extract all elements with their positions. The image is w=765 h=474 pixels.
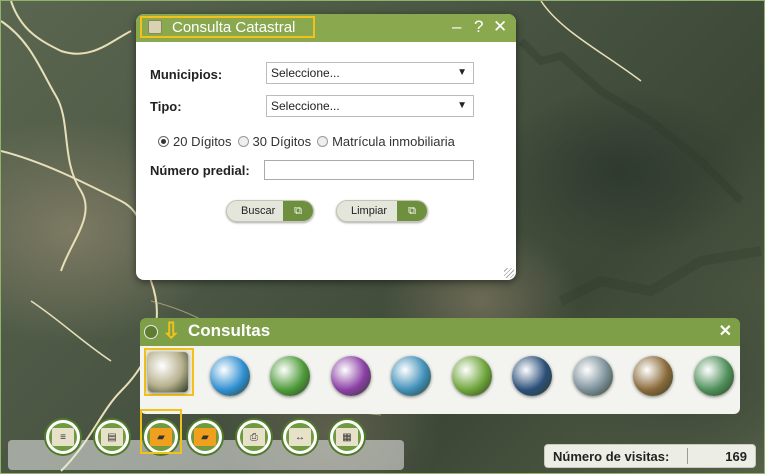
radio-matricula[interactable] — [317, 136, 329, 147]
layers-icon-glyph: ▤ — [101, 428, 123, 446]
consulta-catastral-tool-icon[interactable] — [148, 352, 188, 392]
municipios-select[interactable]: Seleccione... ▼ — [266, 62, 474, 84]
arrow-down-icon: ⇩ — [162, 318, 181, 343]
consultas-title: Consultas — [188, 321, 271, 340]
radio-30-digitos[interactable] — [237, 136, 249, 147]
buscar-icon: ⧉ — [283, 201, 313, 221]
panel-toggle-icon[interactable] — [144, 325, 158, 339]
layers-icon[interactable]: ▤ — [95, 420, 129, 454]
help-button[interactable]: ? — [474, 15, 483, 39]
radio-20-digitos-label: 20 Dígitos — [173, 134, 232, 149]
tipo-select-value: Seleccione... — [271, 99, 340, 113]
dialog-title-highlight: Consulta Catastral — [140, 16, 315, 38]
resize-handle[interactable] — [504, 268, 514, 278]
people-chart-tool-icon[interactable] — [693, 356, 734, 396]
print-icon-glyph: ⎙ — [243, 428, 265, 446]
open-folder-icon-glyph: ▰ — [194, 428, 216, 446]
municipios-label: Municipios: — [150, 67, 223, 82]
visit-counter-label: Número de visitas: — [553, 449, 670, 464]
dock-selected-highlight — [140, 409, 182, 454]
radio-matricula-label: Matrícula inmobiliaria — [332, 134, 455, 149]
map-icon[interactable]: ▦ — [330, 420, 364, 454]
minimize-button[interactable]: – — [452, 15, 461, 39]
numero-predial-input[interactable] — [264, 160, 474, 180]
theater-masks-tool-icon[interactable] — [330, 356, 371, 396]
visit-counter-value: 169 — [725, 449, 747, 464]
map-icon-glyph: ▦ — [336, 428, 358, 446]
dialog-header[interactable]: Consulta Catastral – ? ✕ — [136, 14, 516, 42]
doctor-tool-icon[interactable] — [391, 356, 431, 396]
catastral-map-icon — [148, 20, 162, 34]
tipo-label: Tipo: — [150, 99, 182, 114]
legend-icon-glyph: ≡ — [52, 428, 74, 446]
visit-counter-divider — [687, 448, 688, 464]
network-tool-icon[interactable] — [512, 356, 552, 396]
radio-20-digitos[interactable] — [158, 136, 169, 147]
limpiar-icon: ⧉ — [397, 201, 427, 221]
factory-tool-icon[interactable] — [572, 356, 613, 396]
buscar-label: Buscar — [241, 205, 276, 217]
tipo-select[interactable]: Seleccione... ▼ — [266, 95, 474, 117]
tipo-digitos-radio-group: 20 Dígitos 30 Dígitos Matrícula inmobili… — [158, 134, 461, 149]
legend-icon[interactable]: ≡ — [46, 420, 80, 454]
close-icon[interactable]: ✕ — [719, 321, 732, 341]
limpiar-label: Limpiar — [351, 205, 388, 217]
bird-tool-icon[interactable] — [270, 356, 310, 396]
limpiar-button[interactable]: Limpiar ⧉ — [336, 200, 428, 222]
chevron-down-icon: ▼ — [457, 100, 467, 111]
consultas-header[interactable]: ⇩ Consultas ✕ — [140, 318, 740, 346]
magnifier-road-tool-icon[interactable] — [451, 356, 492, 396]
search-tool-icon[interactable] — [209, 356, 250, 396]
visit-counter: Número de visitas: 169 — [544, 444, 756, 468]
print-icon[interactable]: ⎙ — [237, 420, 271, 454]
measure-icon-glyph: ↔ — [289, 428, 311, 446]
house-tool-icon[interactable] — [633, 356, 673, 396]
consulta-catastral-dialog: Consulta Catastral – ? ✕ Municipios: Sel… — [136, 14, 516, 280]
dialog-title: Consulta Catastral — [172, 18, 296, 36]
radio-30-digitos-label: 30 Dígitos — [252, 134, 312, 149]
municipios-select-value: Seleccione... — [271, 66, 340, 80]
open-folder-icon[interactable]: ▰ — [188, 420, 222, 454]
consultas-panel: ⇩ Consultas ✕ — [140, 318, 740, 414]
close-icon[interactable]: ✕ — [493, 15, 507, 39]
measure-icon[interactable]: ↔ — [283, 420, 317, 454]
chevron-down-icon: ▼ — [457, 67, 467, 78]
numero-predial-label: Número predial: — [150, 163, 250, 178]
buscar-button[interactable]: Buscar ⧉ — [226, 200, 314, 222]
